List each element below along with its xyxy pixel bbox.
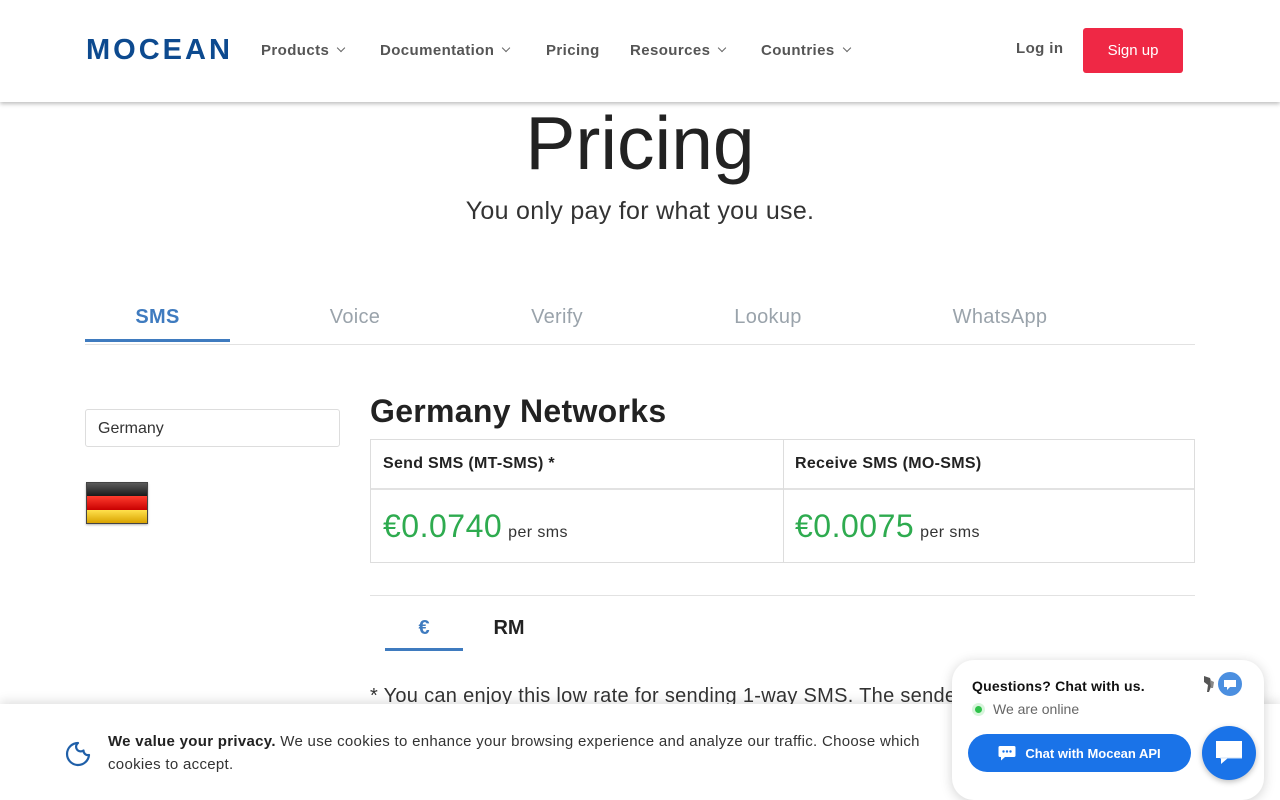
receive-sms-price-cell: €0.0075 per sms [783,490,1194,563]
germany-flag-icon [86,482,148,524]
send-sms-price: €0.0740 [383,508,503,544]
nav-products-label: Products [261,41,330,59]
nav-pricing-label: Pricing [546,41,600,59]
chevron-down-icon [842,43,851,53]
online-dot-icon [972,702,985,716]
tab-whatsapp[interactable]: WhatsApp [940,306,1060,329]
flag-band-red [87,496,147,510]
tab-verify[interactable]: Verify [512,306,602,329]
send-sms-header: Send SMS (MT-SMS) * [371,440,783,490]
chat-launcher-icon [1216,741,1242,764]
nav-documentation[interactable]: Documentation [380,40,546,60]
signup-button[interactable]: Sign up [1083,28,1183,73]
login-link[interactable]: Log in [1016,40,1063,57]
send-sms-price-cell: €0.0740 per sms [371,490,783,563]
chat-launcher-button[interactable] [1202,726,1256,780]
tab-voice[interactable]: Voice [310,306,400,329]
site-header: MOCEAN Products Documentation Pricing Re… [0,0,1280,102]
chevron-down-icon [336,43,346,53]
chat-start-button[interactable]: Chat with Mocean API [968,734,1191,772]
tab-currency-rm[interactable]: RM [480,617,538,640]
tab-lookup[interactable]: Lookup [718,306,818,329]
chat-bubble-icon [998,746,1016,761]
cookie-heading: We value your privacy. [108,733,276,750]
tab-sms[interactable]: SMS [85,306,230,329]
receive-sms-price: €0.0075 [795,508,915,544]
networks-title: Germany Networks [370,393,667,429]
chat-status: We are online [972,701,1079,717]
chevron-down-icon [502,43,511,53]
send-sms-unit: per sms [508,524,568,541]
nav-documentation-label: Documentation [380,41,495,59]
tab-currency-eur[interactable]: € [385,617,463,640]
chat-status-text: We are online [993,701,1080,717]
flag-band-black [87,483,147,497]
product-tabs: SMS Voice Verify Lookup WhatsApp [85,300,1195,345]
chat-question: Questions? Chat with us. [972,678,1145,694]
price-table: Send SMS (MT-SMS) * Receive SMS (MO-SMS)… [370,439,1195,563]
cookie-text: We value your privacy. We use cookies to… [108,730,958,776]
chevron-down-icon [718,43,727,53]
chat-agent-avatars [1204,670,1244,698]
table-divider [783,440,784,562]
chat-button-label: Chat with Mocean API [1025,745,1161,761]
nav-resources-label: Resources [630,41,711,59]
country-select[interactable]: Germany [85,409,340,447]
nav-resources[interactable]: Resources [630,40,761,60]
main-nav: Products Documentation Pricing Resources… [261,40,871,60]
logo[interactable]: MOCEAN [86,34,233,67]
nav-countries-label: Countries [761,41,835,59]
flag-band-gold [87,509,147,523]
nav-countries[interactable]: Countries [761,40,871,60]
receive-sms-header: Receive SMS (MO-SMS) [783,440,1194,490]
nav-pricing[interactable]: Pricing [546,40,630,60]
active-currency-indicator [385,648,463,651]
page-subtitle: You only pay for what you use. [465,197,815,225]
nav-products[interactable]: Products [261,40,380,60]
page-title: Pricing [525,101,755,185]
active-tab-indicator [85,339,230,342]
receive-sms-unit: per sms [920,524,980,541]
cookie-icon [66,741,91,767]
currency-tabs: € RM [370,595,1195,651]
